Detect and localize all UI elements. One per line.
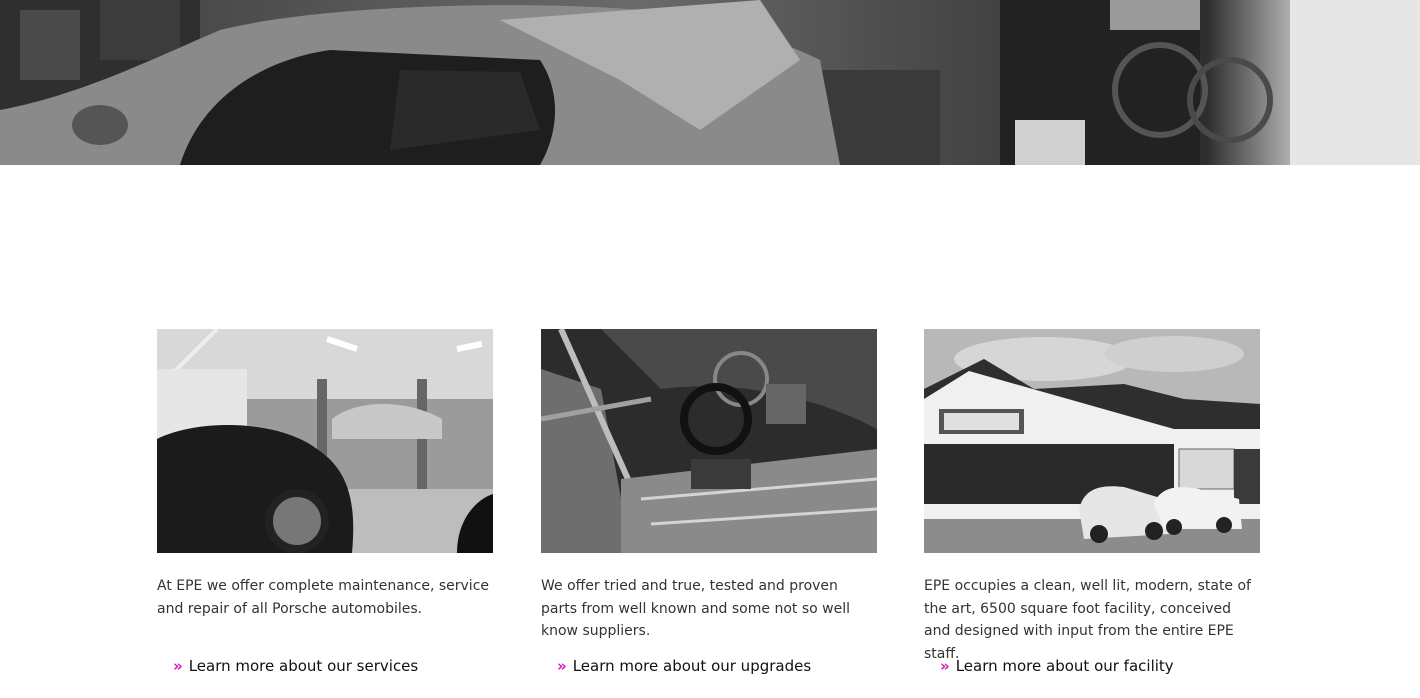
upgrades-description: We offer tried and true, tested and prov…: [541, 578, 850, 639]
facility-link[interactable]: » Learn more about our facility: [940, 657, 1174, 675]
services-link-label: Learn more about our services: [188, 657, 419, 675]
upgrades-link-label: Learn more about our upgrades: [572, 657, 812, 675]
facility-link-label: Learn more about our facility: [955, 657, 1174, 675]
double-chevron-right-icon: »: [940, 656, 950, 675]
feature-cards: At EPE we offer complete maintenance, se…: [157, 329, 1260, 689]
upgrades-photo: [541, 329, 877, 553]
services-photo: [157, 329, 493, 553]
services-link[interactable]: » Learn more about our services: [173, 657, 418, 675]
services-card: At EPE we offer complete maintenance, se…: [157, 329, 493, 675]
hero-banner-image: [0, 0, 1420, 165]
upgrades-link[interactable]: » Learn more about our upgrades: [557, 657, 811, 675]
double-chevron-right-icon: »: [557, 656, 567, 675]
facility-description: EPE occupies a clean, well lit, modern, …: [924, 578, 1251, 662]
facility-card: EPE occupies a clean, well lit, modern, …: [924, 329, 1260, 675]
upgrades-card: We offer tried and true, tested and prov…: [541, 329, 877, 675]
hero-garage-photo-icon: [0, 0, 1420, 165]
double-chevron-right-icon: »: [173, 656, 183, 675]
facility-photo: [924, 329, 1260, 553]
race-car-interior-photo-icon: [541, 329, 877, 553]
facility-building-photo-icon: [924, 329, 1260, 553]
shop-floor-photo-icon: [157, 329, 493, 553]
services-description: At EPE we offer complete maintenance, se…: [157, 578, 490, 617]
